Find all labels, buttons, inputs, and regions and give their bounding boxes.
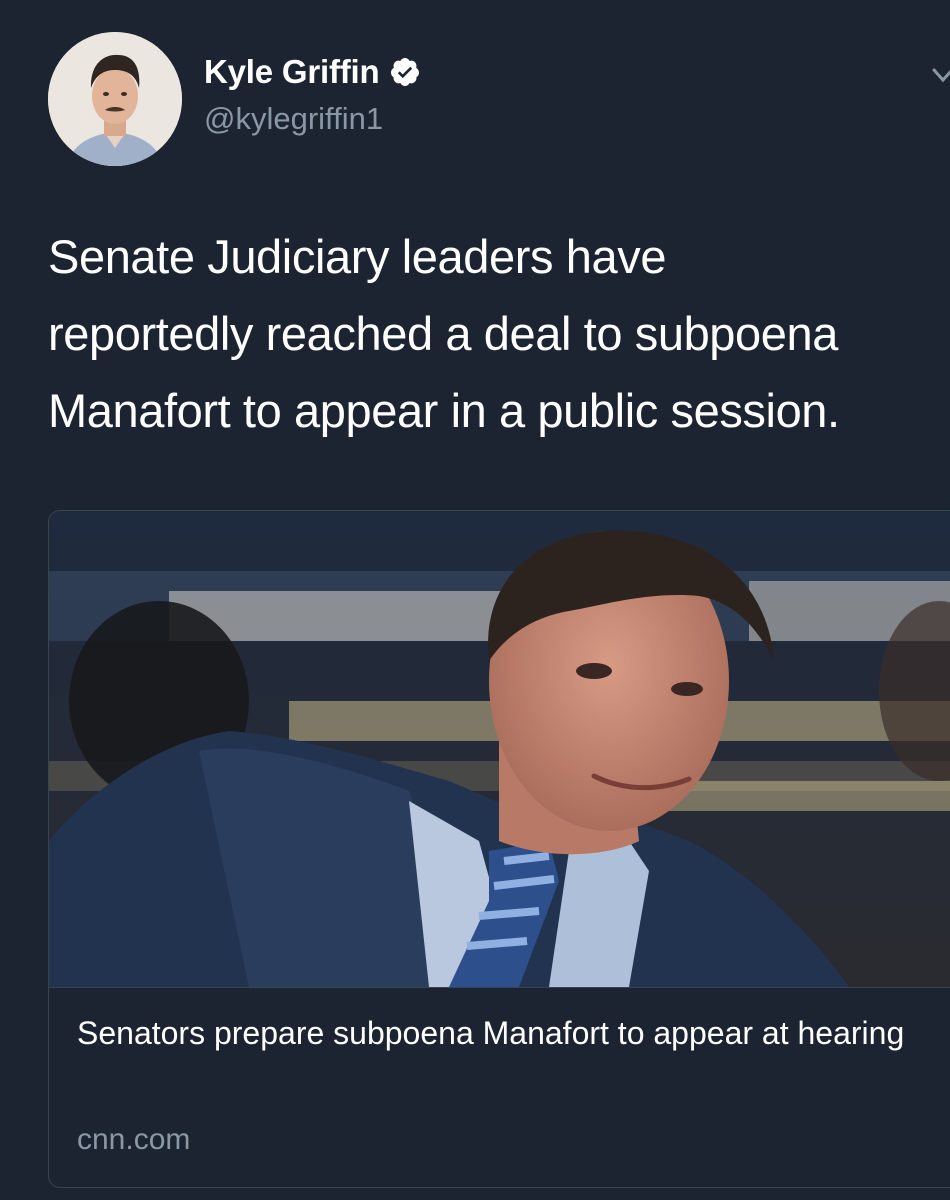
user-avatar-photo-icon: [48, 32, 182, 166]
card-title[interactable]: Senators prepare subpoena Manafort to ap…: [77, 1011, 937, 1055]
display-name[interactable]: Kyle Griffin: [204, 53, 380, 91]
tweet-text-line: reportedly reached a deal to subpoena: [48, 307, 839, 360]
card-divider: [49, 987, 950, 988]
author-handle[interactable]: @kylegriffin1: [204, 101, 383, 137]
author-name-row[interactable]: Kyle Griffin: [204, 50, 421, 94]
chevron-down-icon[interactable]: [928, 62, 950, 92]
card-domain[interactable]: cnn.com: [77, 1123, 190, 1157]
tweet-text-line: Manafort to appear in a public session.: [48, 384, 840, 437]
tweet-text-line: Senate Judiciary leaders have: [48, 230, 667, 283]
tweet: Kyle Griffin @kylegriffin1 Senate Judici…: [0, 0, 950, 1200]
news-photo-icon[interactable]: [49, 511, 950, 987]
link-preview-card[interactable]: Senators prepare subpoena Manafort to ap…: [48, 510, 950, 1188]
tweet-text: Senate Judiciary leaders have reportedly…: [48, 218, 950, 449]
avatar[interactable]: [48, 32, 182, 166]
verified-badge-icon: [389, 56, 421, 88]
